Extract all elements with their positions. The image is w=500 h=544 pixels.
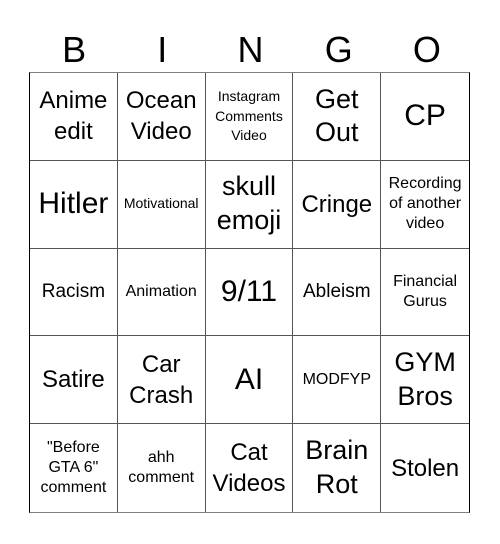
bingo-cell[interactable]: Stolen (381, 424, 469, 512)
bingo-cell[interactable]: Racism (30, 248, 118, 337)
bingo-cell[interactable]: skull emoji (205, 160, 294, 249)
header-letter-i: I (157, 29, 168, 70)
bingo-cell[interactable]: AI (205, 336, 294, 425)
bingo-cell[interactable]: Satire (30, 336, 118, 425)
header-letter-g: G (324, 29, 353, 70)
bingo-cell[interactable]: ahh comment (118, 424, 206, 512)
header-letter-n: N (237, 29, 264, 70)
bingo-cell[interactable]: Cat Videos (206, 424, 294, 512)
bingo-header: B I N G O (30, 28, 471, 72)
bingo-cell[interactable]: Get Out (293, 73, 382, 161)
bingo-cell[interactable]: MODFYP (293, 336, 382, 425)
bingo-cell[interactable]: Brain Rot (293, 424, 382, 512)
bingo-cell[interactable]: Car Crash (117, 336, 206, 425)
bingo-cell[interactable]: Cringe (293, 160, 382, 249)
bingo-cell[interactable]: Animation (117, 248, 206, 337)
header-letter-b: B (62, 29, 87, 70)
bingo-cell[interactable]: Ableism (293, 248, 382, 337)
bingo-cell[interactable]: Instagram Comments Video (205, 73, 294, 161)
bingo-cell[interactable]: Financial Gurus (381, 249, 469, 337)
bingo-cell[interactable]: 9/11 (205, 248, 294, 337)
bingo-grid: Anime edit Ocean Video Instagram Comment… (29, 72, 470, 513)
bingo-cell[interactable]: Anime edit (30, 73, 118, 161)
bingo-cell[interactable]: Ocean Video (117, 73, 206, 161)
bingo-cell[interactable]: Recording of another video (381, 161, 469, 249)
bingo-cell[interactable]: CP (381, 73, 469, 161)
bingo-cell[interactable]: GYM Bros (381, 336, 469, 425)
header-letter-o: O (412, 29, 441, 70)
bingo-cell[interactable]: Motivational (117, 160, 206, 249)
bingo-cell[interactable]: "Before GTA 6" comment (30, 424, 118, 512)
bingo-cell[interactable]: Hitler (30, 160, 118, 249)
